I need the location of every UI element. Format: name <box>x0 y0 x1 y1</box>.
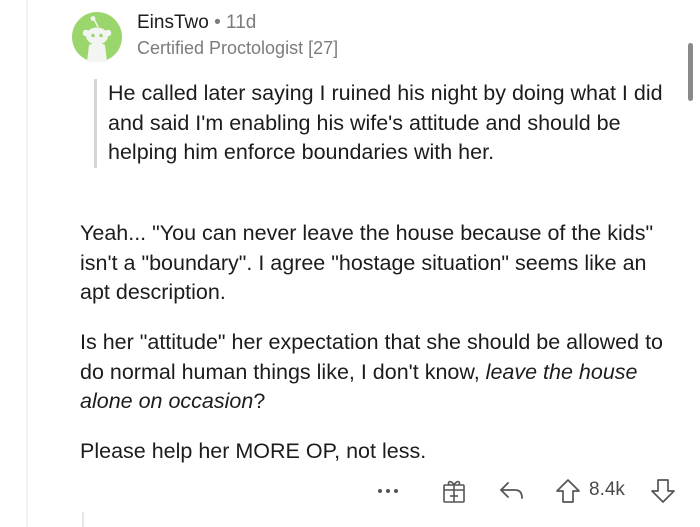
award-button[interactable] <box>441 477 467 505</box>
thread-line[interactable] <box>26 0 28 527</box>
more-options-button[interactable] <box>373 476 403 504</box>
reddit-snoo-avatar-icon <box>72 12 122 62</box>
reply-arrow-icon <box>500 482 523 499</box>
comment-header: EinsTwo • 11d <box>137 12 256 34</box>
user-flair: Certified Proctologist [27] <box>137 38 339 58</box>
upvote-arrow-icon <box>556 479 580 503</box>
user-avatar[interactable] <box>72 12 122 62</box>
comment-paragraph-2: Is her "attitude" her expectation that s… <box>80 328 680 417</box>
comment-paragraph-1: Yeah... "You can never leave the house b… <box>80 221 654 305</box>
downvote-arrow-icon <box>651 479 675 503</box>
child-thread-line[interactable] <box>82 512 84 527</box>
scrollbar-thumb[interactable] <box>688 43 693 101</box>
paragraph-2-end: ? <box>253 389 266 414</box>
downvote-button[interactable] <box>650 477 676 505</box>
comment-age: 11d <box>226 12 257 33</box>
comment-paragraph-3: Please help her MORE OP, not less. <box>80 439 427 463</box>
quoted-text: He called later saying I ruined his nigh… <box>94 79 688 168</box>
reply-button[interactable] <box>497 478 527 504</box>
vote-score: 8.4k <box>589 479 625 500</box>
separator-dot: • <box>214 12 221 33</box>
username-link[interactable]: EinsTwo <box>137 12 209 33</box>
gift-icon <box>443 480 465 503</box>
ellipsis-icon <box>378 489 398 493</box>
upvote-button[interactable] <box>555 477 581 505</box>
